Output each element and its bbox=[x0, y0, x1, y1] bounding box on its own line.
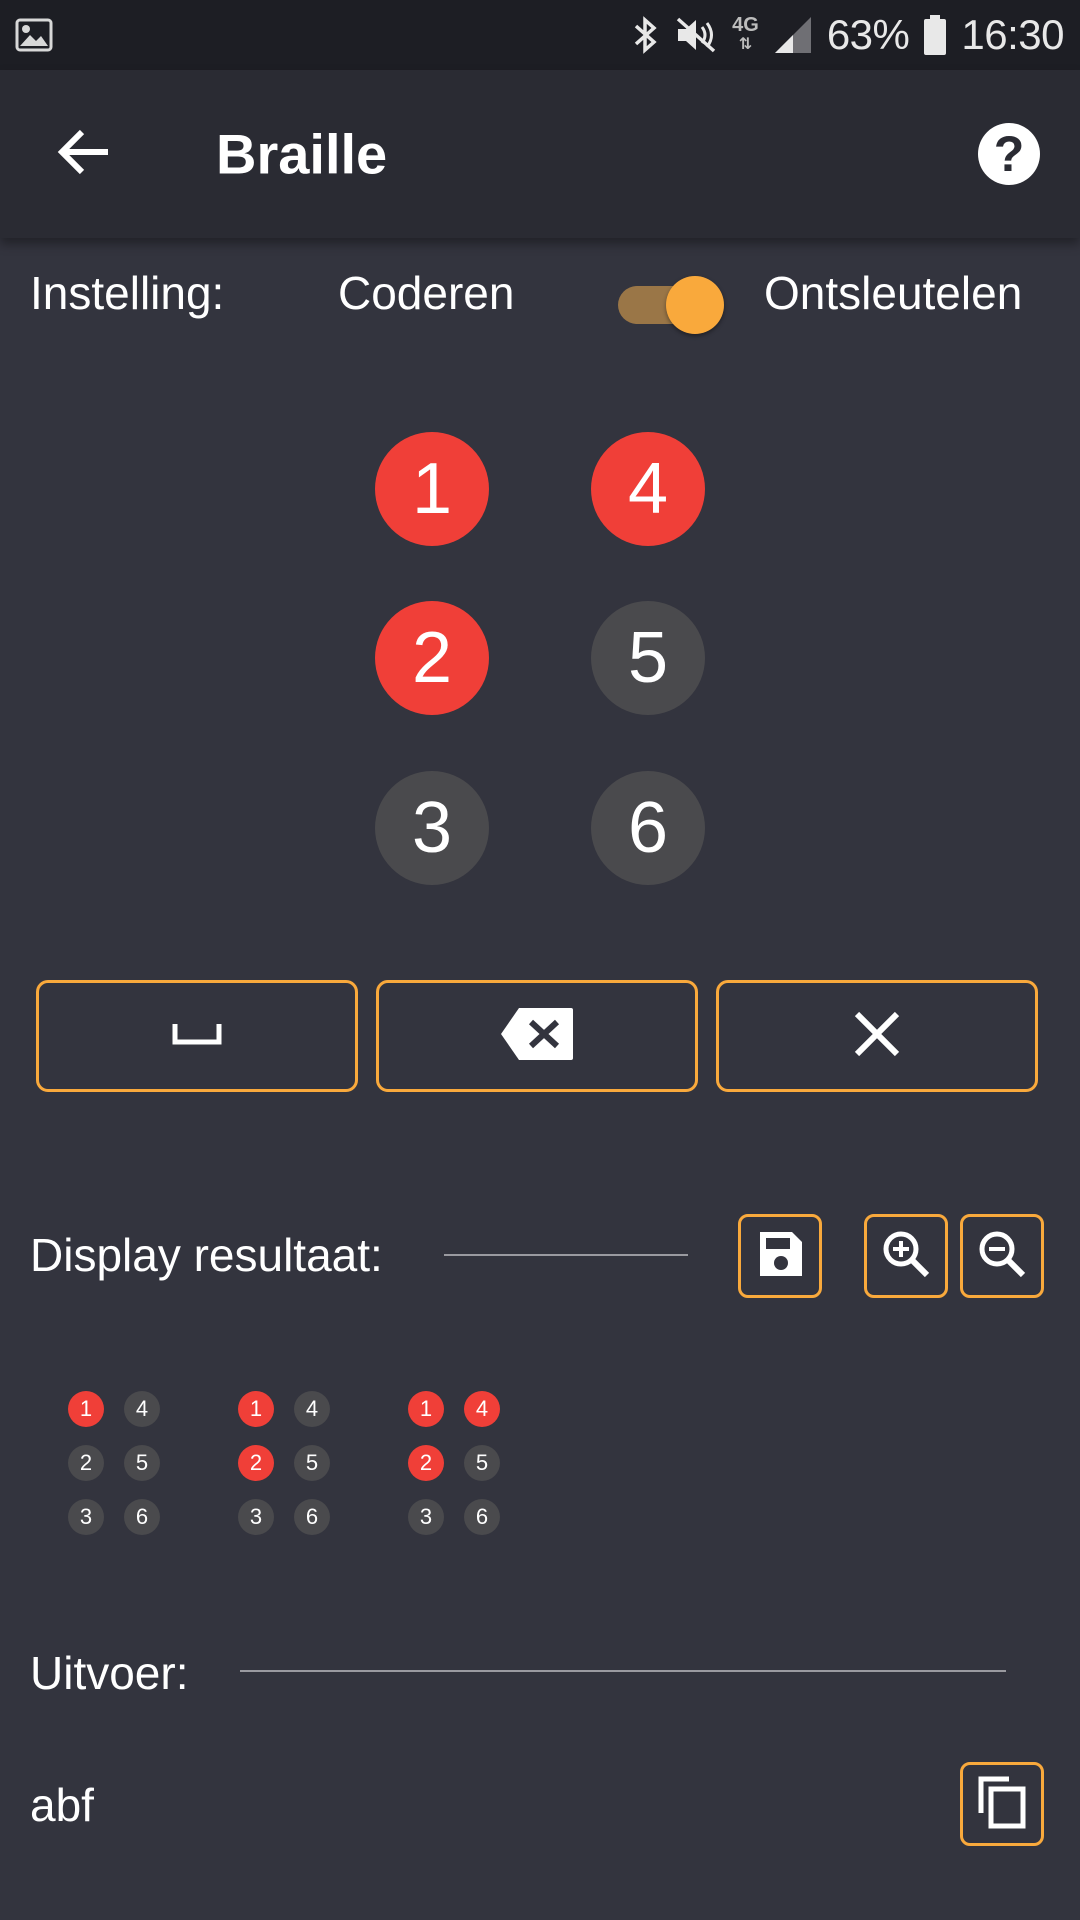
clock: 16:30 bbox=[961, 11, 1064, 58]
result-dot: 3 bbox=[238, 1499, 274, 1535]
battery-percent: 63% bbox=[826, 11, 910, 58]
result-dot: 1 bbox=[408, 1391, 444, 1427]
braille-dot-2[interactable]: 2 bbox=[375, 601, 489, 715]
status-bar: 4G ⇅ 63% 16:30 bbox=[0, 0, 1080, 70]
signal-icon bbox=[773, 15, 813, 55]
display-divider bbox=[444, 1254, 688, 1256]
close-icon bbox=[853, 1010, 901, 1063]
back-button[interactable] bbox=[50, 120, 118, 188]
result-dot: 1 bbox=[68, 1391, 104, 1427]
result-dot: 5 bbox=[124, 1445, 160, 1481]
braille-dot-6[interactable]: 6 bbox=[591, 771, 705, 885]
mode-decode-label: Ontsleutelen bbox=[764, 267, 1023, 319]
help-icon: ? bbox=[993, 126, 1025, 182]
save-icon bbox=[756, 1230, 804, 1283]
result-dot: 3 bbox=[68, 1499, 104, 1535]
help-button[interactable]: ? bbox=[978, 123, 1040, 185]
result-dot: 6 bbox=[124, 1499, 160, 1535]
result-dot: 2 bbox=[68, 1445, 104, 1481]
bluetooth-icon bbox=[632, 14, 660, 56]
result-dot: 4 bbox=[124, 1391, 160, 1427]
network-type-label: 4G bbox=[732, 14, 759, 36]
result-dot: 4 bbox=[294, 1391, 330, 1427]
app-bar: Braille ? bbox=[0, 70, 1080, 238]
result-dot: 5 bbox=[464, 1445, 500, 1481]
result-dot: 6 bbox=[294, 1499, 330, 1535]
arrow-left-icon bbox=[56, 127, 112, 182]
result-dot: 2 bbox=[408, 1445, 444, 1481]
network-type-icon: 4G ⇅ bbox=[732, 14, 759, 53]
braille-dot-3[interactable]: 3 bbox=[375, 771, 489, 885]
space-icon bbox=[172, 1020, 222, 1053]
result-dot: 6 bbox=[464, 1499, 500, 1535]
braille-dot-5[interactable]: 5 bbox=[591, 601, 705, 715]
result-dot: 3 bbox=[408, 1499, 444, 1535]
braille-dot-4[interactable]: 4 bbox=[591, 432, 705, 546]
mode-toggle[interactable] bbox=[616, 272, 728, 334]
result-dot: 1 bbox=[238, 1391, 274, 1427]
zoom-out-button[interactable] bbox=[960, 1214, 1044, 1298]
copy-button[interactable] bbox=[960, 1762, 1044, 1846]
display-label: Display resultaat: bbox=[30, 1229, 383, 1281]
braille-dot-1[interactable]: 1 bbox=[375, 432, 489, 546]
result-dot: 2 bbox=[238, 1445, 274, 1481]
copy-icon bbox=[977, 1775, 1027, 1834]
backspace-button[interactable] bbox=[376, 980, 698, 1092]
result-dot: 4 bbox=[464, 1391, 500, 1427]
backspace-icon bbox=[499, 1006, 575, 1067]
output-divider bbox=[240, 1670, 1006, 1672]
battery-icon bbox=[923, 14, 947, 56]
output-label: Uitvoer: bbox=[30, 1647, 189, 1699]
zoom-in-icon bbox=[881, 1229, 931, 1284]
mode-encode-label: Coderen bbox=[338, 267, 515, 319]
image-icon bbox=[14, 15, 54, 55]
space-button[interactable] bbox=[36, 980, 358, 1092]
mute-icon bbox=[674, 15, 718, 55]
toggle-thumb bbox=[666, 276, 724, 334]
output-value: abf bbox=[30, 1779, 94, 1831]
zoom-in-button[interactable] bbox=[864, 1214, 948, 1298]
clear-button[interactable] bbox=[716, 980, 1038, 1092]
settings-row: Instelling: Coderen Ontsleutelen bbox=[0, 258, 1080, 334]
zoom-out-icon bbox=[977, 1229, 1027, 1284]
result-dot: 5 bbox=[294, 1445, 330, 1481]
settings-label: Instelling: bbox=[30, 267, 225, 319]
page-title: Braille bbox=[216, 122, 388, 186]
save-button[interactable] bbox=[738, 1214, 822, 1298]
